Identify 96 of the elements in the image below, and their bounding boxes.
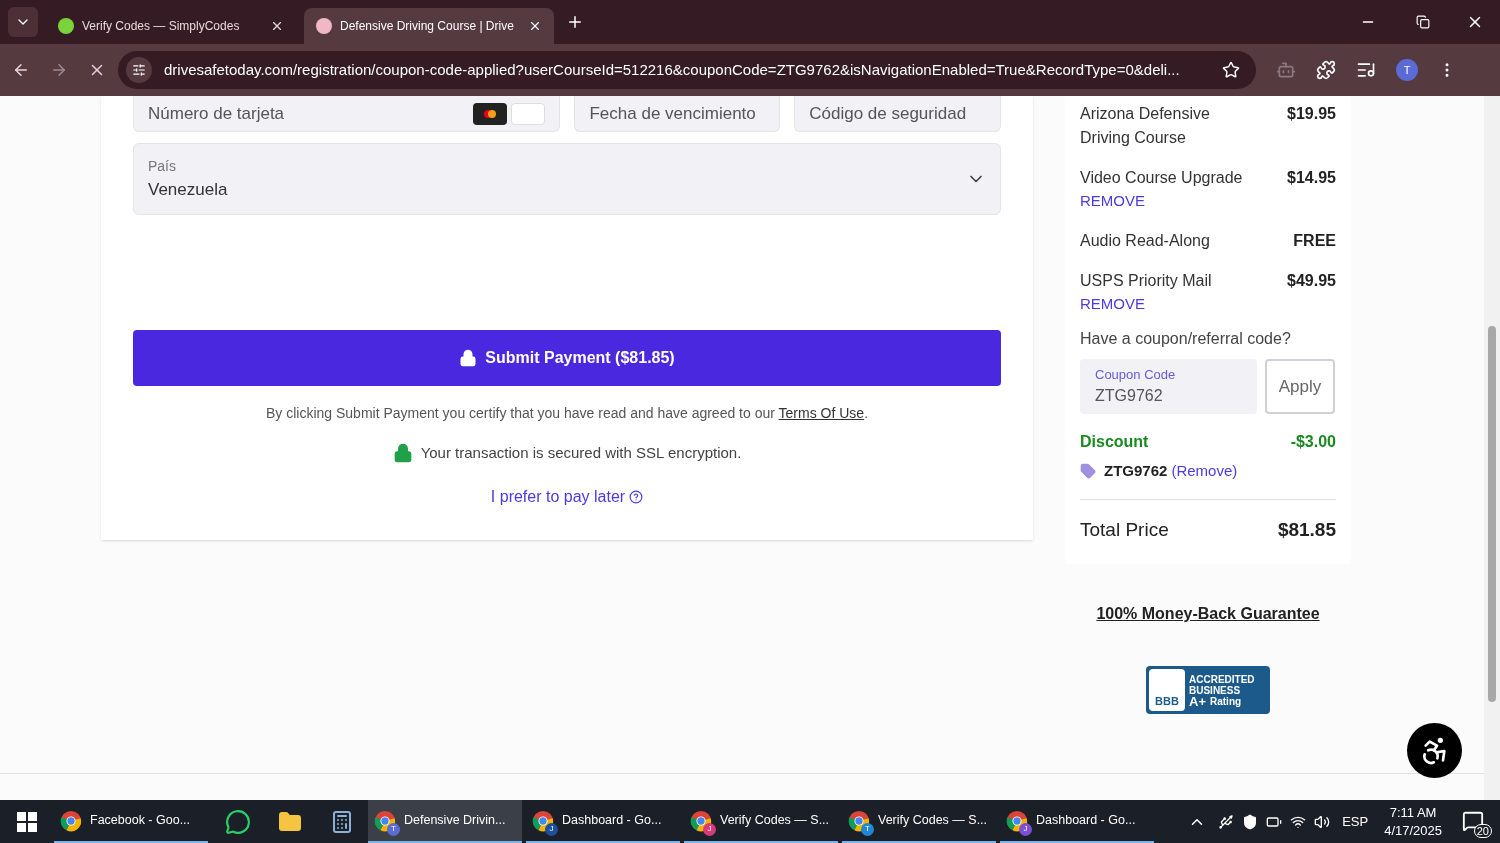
taskbar-app[interactable]: T Defensive Drivin... (368, 800, 522, 843)
coupon-code: ZTG9762 (1104, 461, 1168, 481)
browser-tab[interactable]: Verify Codes — SimplyCodes (46, 8, 296, 44)
app-title: Verify Codes — S... (878, 812, 988, 830)
accessibility-button[interactable] (1407, 723, 1462, 778)
submit-payment-button[interactable]: Submit Payment ($81.85) (133, 330, 1001, 386)
browser-icon (848, 809, 870, 832)
browser-icon (60, 809, 82, 832)
back-icon[interactable] (12, 61, 30, 79)
field-label: Coupon Code (1095, 365, 1177, 384)
tab-list-button[interactable] (8, 7, 38, 37)
help-icon[interactable] (629, 489, 644, 504)
bbb-logo: BBB (1149, 669, 1185, 711)
item-price: $49.95 (1287, 270, 1336, 291)
field-value: ZTG9762 (1095, 386, 1164, 407)
tab-title: Defensive Driving Course | Drive (340, 18, 515, 35)
browser-icon (1006, 809, 1028, 832)
card-field[interactable]: Fecha de vencimiento (574, 96, 781, 132)
app-title: Verify Codes — S... (720, 812, 830, 830)
badge-text: Rating (1210, 695, 1242, 707)
language-indicator[interactable]: ESP (1342, 811, 1369, 832)
taskbar-app[interactable]: Facebook - Goo... (54, 800, 208, 843)
address-bar[interactable]: drivesafetoday.com/registration/coupon-code-applied?userCourseId=512216&couponCode=ZTG9762&isNavigationEnabled=True&RecordType=0&deli... (118, 51, 1256, 89)
url-text: drivesafetoday.com/registration/coupon-code-applied?userCourseId=512216&couponCode=ZTG9762&isNavigationEnabled=True&RecordType=0&deli... (164, 59, 1181, 80)
extensions-icon[interactable] (1316, 60, 1336, 80)
remove-link[interactable]: REMOVE (1080, 190, 1243, 213)
taskbar-app[interactable]: J Dashboard - Go... (526, 800, 680, 843)
coupon-prompt: Have a coupon/referral code? (1080, 329, 1292, 349)
bbb-badge[interactable]: BBB ACCREDITED BUSINESS A+ Rating (1146, 666, 1270, 714)
grade-text: A+ (1189, 695, 1206, 707)
robot-icon[interactable] (1276, 60, 1296, 80)
new-tab-icon[interactable] (566, 13, 584, 31)
discount-label: Discount (1080, 432, 1149, 452)
ssl-text: Your transaction is secured with SSL encryption. (420, 443, 742, 463)
close-icon[interactable] (528, 19, 542, 33)
field-value: Venezuela (148, 178, 229, 201)
field-placeholder: Código de seguridad (809, 102, 968, 125)
tag-icon (1080, 463, 1096, 480)
field-placeholder: Fecha de vencimiento (589, 102, 757, 125)
coupon-field[interactable]: Coupon Code ZTG9762 (1080, 359, 1257, 414)
item-price: FREE (1293, 230, 1336, 251)
item-name: USPS Priority Mail (1080, 270, 1212, 291)
badge-text: ACCREDITED (1189, 673, 1255, 685)
item-price: $14.95 (1287, 168, 1336, 188)
guarantee-link[interactable]: 100% Money-Back Guarantee (1096, 602, 1320, 626)
media-icon[interactable] (1356, 60, 1376, 80)
notification-count: 20 (1473, 823, 1492, 838)
site-settings-icon[interactable] (132, 63, 146, 77)
clock-time: 7:11 AM (1389, 803, 1437, 822)
remove-coupon: (Remove) (1171, 461, 1238, 481)
remove-link[interactable]: Remove (1176, 462, 1233, 479)
item-name: Audio Read-Along (1080, 230, 1210, 251)
taskbar-app[interactable]: J Dashboard - Go... (1000, 800, 1154, 843)
card-field[interactable]: Código de seguridad (794, 96, 1001, 132)
badge-text: BUSINESS (1189, 684, 1242, 696)
clock-date: 4/17/2025 (1384, 821, 1442, 840)
app-title: Dashboard - Go... (1036, 812, 1136, 830)
taskbar-app[interactable]: J Verify Codes — S... (684, 800, 838, 843)
lock-icon (392, 443, 413, 464)
item-price: $19.95 (1287, 104, 1336, 124)
terms-link[interactable]: Terms Of Use (778, 405, 865, 421)
volume-icon[interactable] (1314, 813, 1331, 830)
field-placeholder: Número de tarjeta (148, 102, 286, 125)
browser-icon (690, 809, 712, 832)
mastercard-icon (473, 102, 508, 125)
item-name: Video Course Upgrade (1080, 168, 1243, 188)
site-icon (316, 18, 332, 34)
lock-icon (459, 349, 478, 367)
restore-icon[interactable] (1416, 15, 1430, 29)
bookmark-icon[interactable] (1222, 61, 1240, 79)
browser-icon (532, 809, 554, 832)
site-icon (58, 18, 74, 34)
terms-text: By clicking Submit Payment you certify that you have read and have agreed to our Terms Of Use. (264, 404, 870, 423)
field-label: País (148, 156, 177, 176)
browser-icon (374, 809, 396, 832)
taskbar-app[interactable]: T Verify Codes — S... (842, 800, 996, 843)
country-select[interactable]: País Venezuela (133, 143, 1001, 215)
card-field[interactable]: Número de tarjeta (133, 96, 561, 132)
remove-link[interactable]: REMOVE (1080, 292, 1212, 315)
browser-tab[interactable]: Defensive Driving Course | Drive (304, 8, 554, 44)
total-amount: $81.85 (1277, 517, 1336, 542)
item-name: Arizona Defensive Driving Course (1080, 104, 1211, 148)
close-icon[interactable] (270, 19, 284, 33)
pay-later-link[interactable]: I prefer to pay later (490, 484, 626, 509)
profile-avatar[interactable]: T (1396, 59, 1418, 81)
app-title: Facebook - Goo... (90, 812, 191, 830)
usb-icon[interactable] (1218, 813, 1235, 830)
app-title: Dashboard - Go... (562, 812, 662, 830)
total-label: Total Price (1080, 517, 1169, 542)
app-title: Defensive Drivin... (404, 812, 506, 830)
tab-title: Verify Codes — SimplyCodes (82, 18, 241, 35)
discount-amount: -$3.00 (1290, 432, 1336, 452)
apply-button[interactable]: Apply (1265, 359, 1335, 414)
scrollbar[interactable] (1484, 96, 1500, 800)
shield-icon[interactable] (1242, 813, 1259, 830)
forward-icon[interactable] (50, 61, 68, 79)
